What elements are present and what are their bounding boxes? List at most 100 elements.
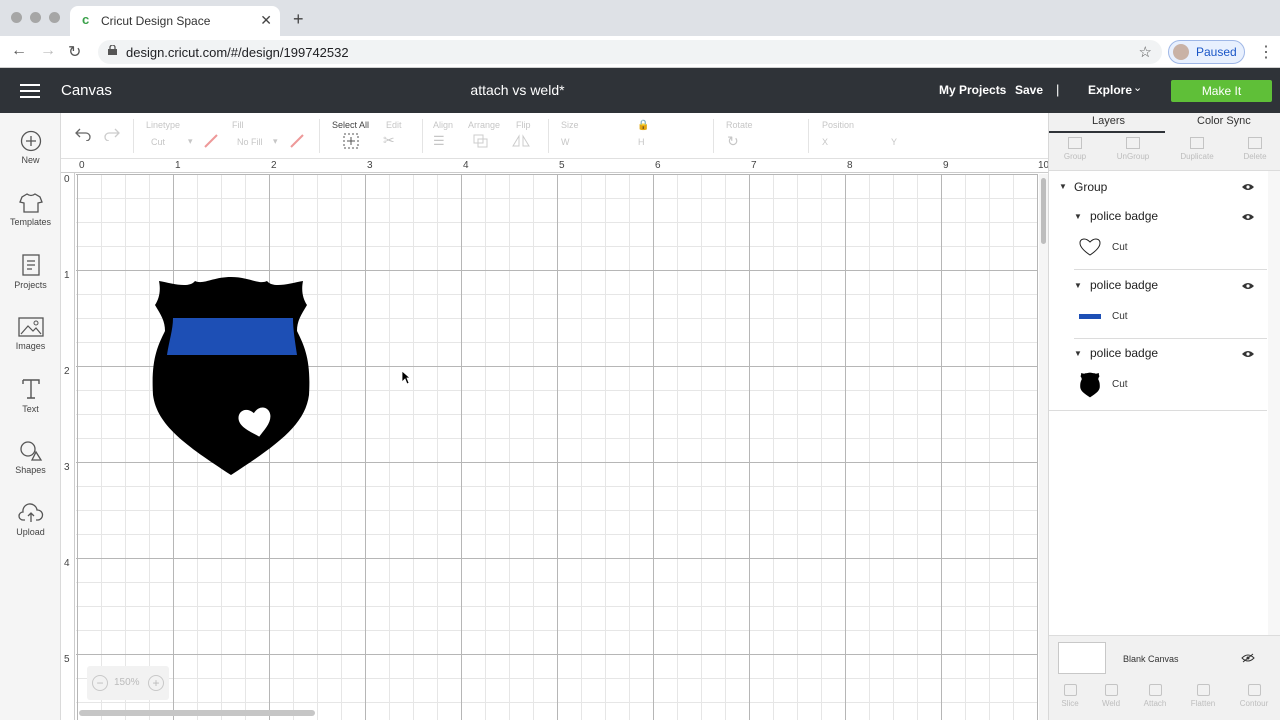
- lock-icon[interactable]: 🔒: [637, 120, 649, 131]
- collapse-triangle-icon[interactable]: ▼: [1074, 212, 1082, 221]
- text-button[interactable]: Text: [0, 377, 61, 414]
- slice-button[interactable]: Slice: [1050, 684, 1090, 708]
- ruler-label: 10: [1038, 160, 1048, 171]
- header-separator: |: [1056, 82, 1060, 97]
- toolbar-divider: [548, 119, 549, 153]
- cricut-favicon-icon: c: [82, 12, 90, 27]
- profile-button[interactable]: Paused: [1168, 40, 1245, 64]
- redo-icon[interactable]: [103, 127, 121, 141]
- tab-layers[interactable]: Layers: [1092, 115, 1125, 127]
- app-header: Canvas attach vs weld* My Projects Save …: [0, 68, 1280, 113]
- undo-icon[interactable]: [74, 127, 92, 141]
- forward-arrow-icon[interactable]: →: [40, 42, 56, 60]
- arrange-icon[interactable]: [473, 134, 489, 148]
- collapse-triangle-icon[interactable]: ▼: [1059, 182, 1067, 191]
- weld-label: Weld: [1101, 699, 1121, 708]
- width-input[interactable]: W: [561, 137, 570, 147]
- templates-button[interactable]: Templates: [0, 192, 61, 227]
- zoom-out-button[interactable]: −: [92, 675, 108, 691]
- vertical-scrollbar[interactable]: [1039, 174, 1048, 720]
- projects-button[interactable]: Projects: [0, 253, 61, 290]
- trash-icon: [1248, 137, 1262, 149]
- new-button[interactable]: New: [0, 130, 61, 165]
- scissors-icon[interactable]: ✂: [383, 132, 395, 149]
- linetype-color-swatch[interactable]: [204, 134, 218, 148]
- contour-label: Contour: [1239, 699, 1269, 708]
- visibility-eye-icon[interactable]: [1242, 213, 1254, 221]
- visibility-eye-icon[interactable]: [1242, 282, 1254, 290]
- upload-button[interactable]: Upload: [0, 502, 61, 537]
- height-input[interactable]: H: [638, 137, 645, 147]
- layer-actions: Group UnGroup Duplicate Delete: [1049, 133, 1280, 171]
- police-badge-group[interactable]: [151, 275, 311, 477]
- badge-thumbnail-icon: [1080, 372, 1100, 398]
- minimize-window-button[interactable]: [30, 12, 41, 23]
- select-all-label[interactable]: Select All: [332, 120, 369, 130]
- layer-group-row[interactable]: ▼ Group: [1049, 179, 1267, 201]
- close-window-button[interactable]: [11, 12, 22, 23]
- tab-color-sync[interactable]: Color Sync: [1197, 115, 1251, 127]
- ungroup-button[interactable]: UnGroup: [1107, 137, 1159, 161]
- design-panel: New Templates Projects Images Text Shape…: [0, 113, 61, 720]
- zoom-in-button[interactable]: +: [148, 675, 164, 691]
- attach-button[interactable]: Attach: [1135, 684, 1175, 708]
- shapes-button[interactable]: Shapes: [0, 440, 61, 475]
- blank-canvas-thumbnail[interactable]: [1058, 642, 1106, 674]
- layer-row-badge[interactable]: ▼ police badge Cut: [1049, 344, 1267, 408]
- plus-circle-icon: [20, 130, 41, 152]
- my-projects-link[interactable]: My Projects: [939, 83, 1006, 97]
- collapse-triangle-icon[interactable]: ▼: [1074, 281, 1082, 290]
- zoom-window-button[interactable]: [49, 12, 60, 23]
- group-button[interactable]: Group: [1049, 137, 1101, 161]
- hidden-eye-icon[interactable]: [1241, 653, 1255, 663]
- select-all-icon[interactable]: [343, 133, 359, 149]
- upload-label: Upload: [16, 527, 45, 537]
- profile-status: Paused: [1196, 45, 1237, 59]
- layer-row-heart[interactable]: ▼ police badge Cut: [1049, 207, 1267, 271]
- align-icon[interactable]: ☰: [433, 133, 445, 149]
- make-it-button[interactable]: Make It: [1171, 80, 1272, 102]
- contour-button[interactable]: Contour: [1234, 684, 1274, 708]
- ruler-label: 7: [751, 160, 757, 171]
- layers-scrollbar[interactable]: [1268, 171, 1280, 693]
- bookmark-star-icon[interactable]: ☆: [1139, 43, 1152, 61]
- flatten-button[interactable]: Flatten: [1183, 684, 1223, 708]
- new-tab-icon[interactable]: +: [293, 9, 304, 30]
- fill-select[interactable]: No Fill: [237, 137, 263, 147]
- images-button[interactable]: Images: [0, 316, 61, 351]
- browser-tab[interactable]: c Cricut Design Space ✕: [70, 6, 280, 36]
- save-button[interactable]: Save: [1015, 83, 1043, 97]
- duplicate-label: Duplicate: [1180, 152, 1214, 161]
- visibility-eye-icon[interactable]: [1242, 183, 1254, 191]
- design-canvas[interactable]: 0 1 2 3 4 5 6 7 8 9 10 0 1 2 3 4 5 − 150…: [61, 159, 1048, 720]
- tab-close-icon[interactable]: ✕: [260, 12, 272, 29]
- explore-menu[interactable]: Explore: [1088, 83, 1132, 97]
- delete-button[interactable]: Delete: [1229, 137, 1280, 161]
- vertical-ruler: 0 1 2 3 4 5: [61, 173, 75, 720]
- collapse-triangle-icon[interactable]: ▼: [1074, 349, 1082, 358]
- chevron-down-icon[interactable]: ⌄: [1133, 81, 1142, 94]
- position-x-input[interactable]: X: [822, 137, 828, 147]
- reload-icon[interactable]: ↻: [68, 42, 81, 62]
- tab-title: Cricut Design Space: [101, 14, 211, 28]
- layer-name: police badge: [1090, 346, 1159, 360]
- ruler-label: 1: [64, 270, 70, 281]
- rotate-icon[interactable]: ↻: [727, 133, 739, 150]
- linetype-select[interactable]: Cut: [151, 137, 165, 147]
- visibility-eye-icon[interactable]: [1242, 350, 1254, 358]
- flip-icon[interactable]: [512, 134, 530, 148]
- address-bar[interactable]: design.cricut.com/#/design/199742532 ☆: [98, 40, 1162, 64]
- templates-label: Templates: [9, 217, 52, 227]
- layer-row-stripe[interactable]: ▼ police badge Cut: [1049, 276, 1267, 340]
- horizontal-scrollbar[interactable]: [79, 710, 315, 716]
- weld-button[interactable]: Weld: [1091, 684, 1131, 708]
- layer-name: police badge: [1090, 209, 1159, 223]
- group-name: Group: [1074, 180, 1108, 194]
- fill-color-swatch[interactable]: [290, 134, 304, 148]
- back-arrow-icon[interactable]: ←: [11, 42, 27, 60]
- images-label: Images: [15, 341, 46, 351]
- browser-menu-icon[interactable]: ⋮: [1258, 42, 1274, 62]
- ruler-label: 5: [64, 654, 70, 665]
- position-y-input[interactable]: Y: [891, 137, 897, 147]
- duplicate-button[interactable]: Duplicate: [1171, 137, 1223, 161]
